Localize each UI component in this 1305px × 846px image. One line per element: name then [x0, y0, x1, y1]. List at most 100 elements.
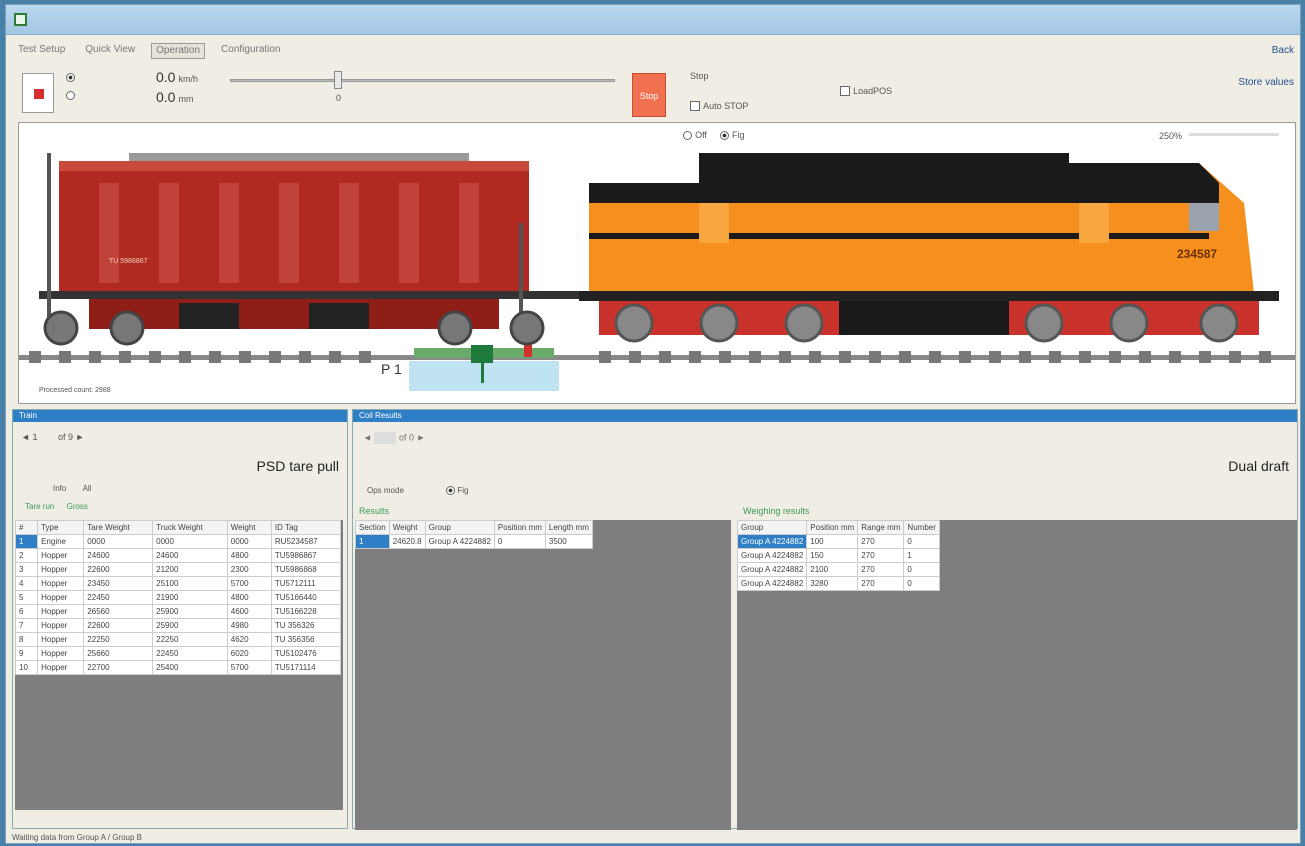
table-cell: 10: [14, 660, 39, 675]
column-header[interactable]: Truck Weight: [152, 520, 228, 535]
table-row[interactable]: 10 Hopper 22700 25400 5700 TU5171114: [14, 660, 342, 675]
train-grid: # Type Tare Weight Truck Weight Weight ID Tag…: [14, 520, 343, 810]
table-row[interactable]: 1 Engine 0000 0000 0000 RU5234587: [14, 534, 342, 549]
column-header[interactable]: ID Tag: [270, 520, 342, 535]
back-link[interactable]: Back: [1272, 45, 1294, 56]
column-header[interactable]: Tare Weight: [83, 520, 154, 535]
info-row: Info All: [53, 484, 91, 493]
table-cell: 25660: [83, 646, 154, 661]
weighing-table: Group Position mm Range mm Number Group A 4…: [736, 520, 940, 591]
auto-stop-option[interactable]: Auto STOP: [690, 100, 748, 112]
table-cell: 6020: [226, 646, 272, 661]
table-cell: 3: [14, 562, 39, 577]
table-cell: 7: [14, 618, 39, 633]
table-cell: Hopper: [37, 646, 85, 661]
table-row[interactable]: 1 24620.8 Group A 4224882 0 3500: [355, 534, 593, 549]
table-row[interactable]: Group A 4224882 3280 270 0: [736, 576, 940, 591]
menu-item-test-setup[interactable]: Test Setup: [14, 43, 69, 59]
table-cell: 26560: [83, 604, 154, 619]
radio-on[interactable]: [66, 72, 75, 82]
column-header[interactable]: Weight: [388, 520, 426, 535]
table-row[interactable]: 9 Hopper 25660 22450 6020 TU5102476: [14, 646, 342, 661]
column-header[interactable]: Section: [355, 520, 390, 535]
table-cell: 22250: [83, 632, 154, 647]
table-cell: 270: [857, 534, 905, 549]
table-cell: 4620: [226, 632, 272, 647]
pager-prev-icon[interactable]: ◄: [21, 432, 30, 442]
sensor-post: [481, 363, 484, 383]
sensor-marker: [524, 345, 532, 357]
menu-item-quick-view[interactable]: Quick View: [81, 43, 139, 59]
record-button[interactable]: [22, 73, 54, 113]
menu-item-operation[interactable]: Operation: [151, 43, 206, 59]
speed-readout: 0.0 km/h: [156, 69, 198, 85]
table-cell: 21900: [152, 590, 228, 605]
table-cell: 22700: [83, 660, 154, 675]
speed-slider[interactable]: [230, 79, 615, 82]
column-header[interactable]: Weight: [226, 520, 272, 535]
column-header[interactable]: Range mm: [857, 520, 905, 535]
column-header[interactable]: Type: [37, 520, 85, 535]
table-cell: 2300: [226, 562, 272, 577]
table-cell: 22600: [83, 562, 154, 577]
table-cell: TU5102476: [270, 646, 342, 661]
loadpos-checkbox[interactable]: [840, 86, 850, 97]
train-panel-title: Train: [13, 410, 347, 422]
table-cell: 25900: [152, 618, 228, 633]
wagon-marking: TU 5986867: [109, 258, 148, 265]
results-label: Results: [359, 506, 390, 516]
auto-stop-label: Auto STOP: [703, 101, 749, 111]
menu-item-configuration[interactable]: Configuration: [217, 43, 284, 59]
table-row[interactable]: 2 Hopper 24600 24600 4800 TU5986867: [14, 548, 342, 563]
table-row[interactable]: Group A 4224882 100 270 0: [736, 534, 940, 549]
table-cell: 270: [857, 562, 905, 577]
results-prev-icon[interactable]: ◄: [363, 432, 372, 442]
table-row[interactable]: 7 Hopper 22600 25900 4980 TU 356326: [14, 618, 342, 633]
table-cell: 4600: [226, 604, 272, 619]
table-cell: TU5166228: [270, 604, 342, 619]
speed-value: 0.0: [156, 69, 176, 85]
results-page-box[interactable]: [374, 432, 397, 444]
footer-note: Processed count: 2988: [39, 387, 111, 394]
table-row[interactable]: 6 Hopper 26560 25900 4600 TU5166228: [14, 604, 342, 619]
table-row[interactable]: 8 Hopper 22250 22250 4620 TU 356356: [14, 632, 342, 647]
table-row[interactable]: Group A 4224882 150 270 1: [736, 548, 940, 563]
column-header[interactable]: Position mm: [493, 520, 546, 535]
column-header[interactable]: Position mm: [806, 520, 859, 535]
store-values-link[interactable]: Store values: [1238, 77, 1294, 88]
tab-gross[interactable]: Gross: [67, 502, 88, 511]
table-cell: 4800: [226, 548, 272, 563]
column-header[interactable]: Number: [903, 520, 940, 535]
coil-results-title: Coil Results: [353, 410, 1297, 422]
table-row[interactable]: 5 Hopper 22450 21900 4800 TU5166440: [14, 590, 342, 605]
results-next-icon[interactable]: ►: [416, 432, 425, 442]
auto-stop-checkbox[interactable]: [690, 101, 700, 112]
results-table-header: Section Weight Group Position mm Length mm: [355, 520, 593, 535]
loadpos-option[interactable]: LoadPOS: [840, 85, 892, 97]
table-cell: 5700: [226, 660, 272, 675]
table-cell: 25100: [152, 576, 228, 591]
speed-slider-thumb[interactable]: [334, 71, 342, 89]
results-table: Section Weight Group Position mm Length mm 1…: [355, 520, 593, 549]
pager-next-icon[interactable]: ►: [76, 432, 85, 442]
table-cell: 4800: [226, 590, 272, 605]
column-header[interactable]: Group: [424, 520, 495, 535]
stop-button[interactable]: Stop: [632, 73, 666, 117]
ops-radio[interactable]: [446, 486, 456, 496]
table-row[interactable]: 3 Hopper 22600 21200 2300 TU5986868: [14, 562, 342, 577]
radio-off[interactable]: [66, 90, 75, 100]
status-text: Waiting data from Group A / Group B: [12, 833, 142, 842]
table-cell: Hopper: [37, 632, 85, 647]
column-header[interactable]: #: [14, 520, 39, 535]
train-panel: Train ◄ 1 of 9 ► PSD tare pull Info All …: [12, 409, 348, 829]
table-cell: 25400: [152, 660, 228, 675]
column-header[interactable]: Group: [736, 520, 808, 535]
tab-tare-run[interactable]: Tare run: [25, 502, 54, 511]
table-row[interactable]: 4 Hopper 23450 25100 5700 TU5712111: [14, 576, 342, 591]
table-row[interactable]: Group A 4224882 2100 270 0: [736, 562, 940, 577]
table-cell: 22600: [83, 618, 154, 633]
train-tabs: Tare run Gross: [25, 502, 88, 511]
pager-page[interactable]: 1: [32, 432, 37, 442]
column-header[interactable]: Length mm: [544, 520, 593, 535]
table-cell: TU5712111: [270, 576, 342, 591]
